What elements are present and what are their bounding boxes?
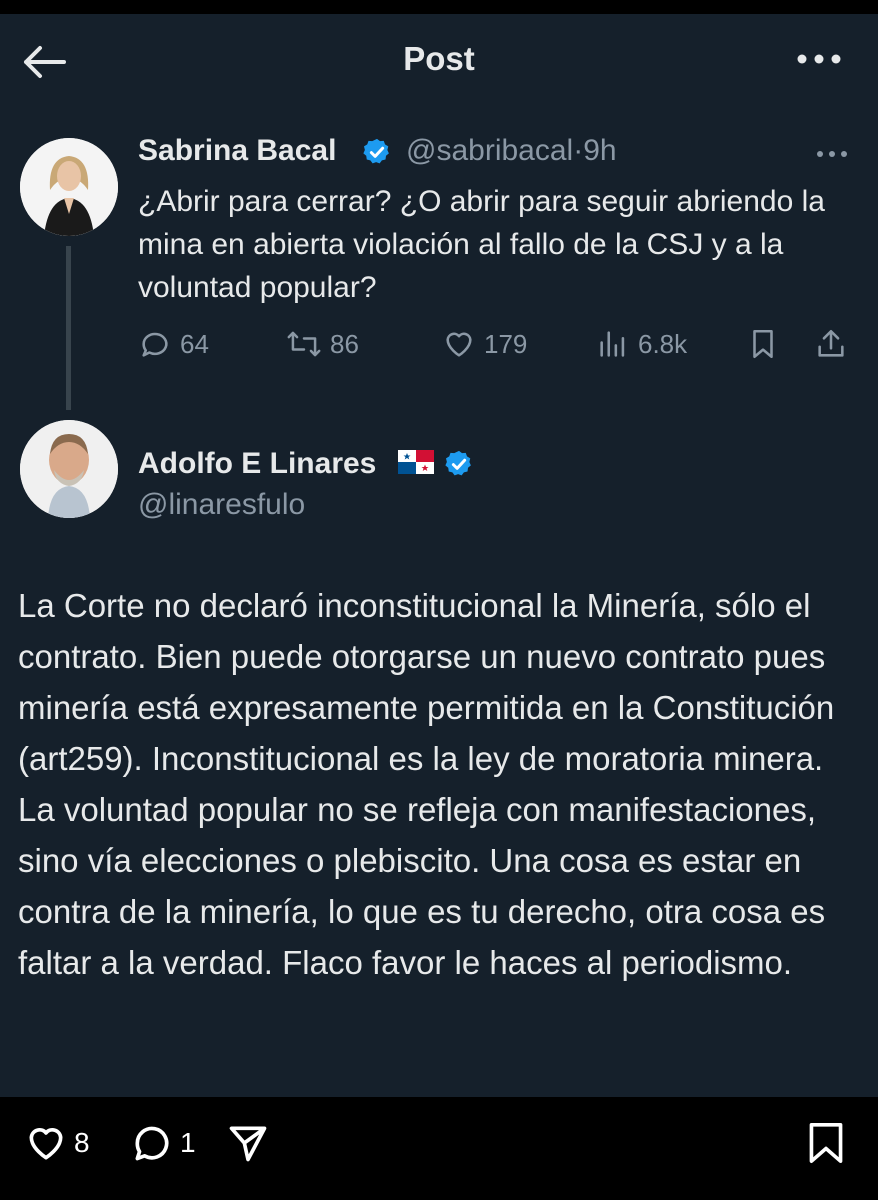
share-icon xyxy=(818,329,844,357)
tweet-more-button[interactable] xyxy=(814,146,850,162)
panama-flag-icon xyxy=(398,450,434,474)
post-screen: Post Sabrina Bacal @sabribacal·9h ¿Abrir… xyxy=(0,14,878,1097)
header: Post xyxy=(0,14,878,109)
more-icon xyxy=(797,54,841,64)
like-button[interactable]: 179 xyxy=(442,324,527,364)
bookmark-icon xyxy=(753,329,773,359)
save-icon xyxy=(809,1123,843,1163)
like-count: 8 xyxy=(74,1127,90,1158)
tweet-actions: 64 86 179 6.8k xyxy=(138,324,858,364)
page-title: Post xyxy=(403,40,475,77)
reply-button[interactable]: 64 xyxy=(138,324,209,364)
like-count: 179 xyxy=(484,328,528,359)
tweet-text: ¿Abrir para cerrar? ¿O abrir para seguir… xyxy=(138,185,825,304)
bottom-bar: 8 1 xyxy=(0,1097,878,1200)
views-button[interactable]: 6.8k xyxy=(596,324,687,364)
comment-count: 1 xyxy=(180,1127,196,1158)
repost-icon xyxy=(287,331,321,357)
avatar-image xyxy=(20,420,118,518)
save-button[interactable] xyxy=(806,1119,846,1167)
more-button[interactable] xyxy=(794,44,844,74)
author-name[interactable]: Adolfo E Linares xyxy=(138,447,376,481)
bookmark-button[interactable] xyxy=(746,324,788,364)
like-icon xyxy=(446,332,472,357)
reply-count: 64 xyxy=(180,328,209,359)
send-button[interactable] xyxy=(226,1119,270,1167)
heart-icon xyxy=(29,1128,63,1160)
views-count: 6.8k xyxy=(638,328,688,359)
verified-icon xyxy=(445,450,471,476)
reply-icon xyxy=(142,332,168,357)
send-icon xyxy=(229,1126,267,1162)
comment-button[interactable]: 1 xyxy=(130,1119,196,1167)
handle-text: @sabribacal xyxy=(406,134,574,167)
avatar-image xyxy=(20,138,118,236)
more-icon xyxy=(817,151,847,157)
avatar-sabrina[interactable] xyxy=(20,138,118,236)
repost-count: 86 xyxy=(330,328,359,359)
comment-icon xyxy=(135,1126,169,1161)
views-icon xyxy=(600,331,625,357)
author-name[interactable]: Sabrina Bacal xyxy=(138,134,336,168)
repost-button[interactable]: 86 xyxy=(286,324,359,364)
author-handle[interactable]: @linaresfulo xyxy=(138,488,305,522)
thread-line xyxy=(66,246,71,410)
share-button[interactable] xyxy=(814,324,856,364)
author-handle[interactable]: @sabribacal·9h xyxy=(406,134,617,168)
verified-icon xyxy=(363,138,389,164)
timestamp: 9h xyxy=(583,134,617,167)
separator: · xyxy=(573,134,584,167)
reply-text: La Corte no declaró inconstitucional la … xyxy=(18,587,835,981)
avatar-adolfo[interactable] xyxy=(20,420,118,518)
like-button[interactable]: 8 xyxy=(24,1119,90,1167)
